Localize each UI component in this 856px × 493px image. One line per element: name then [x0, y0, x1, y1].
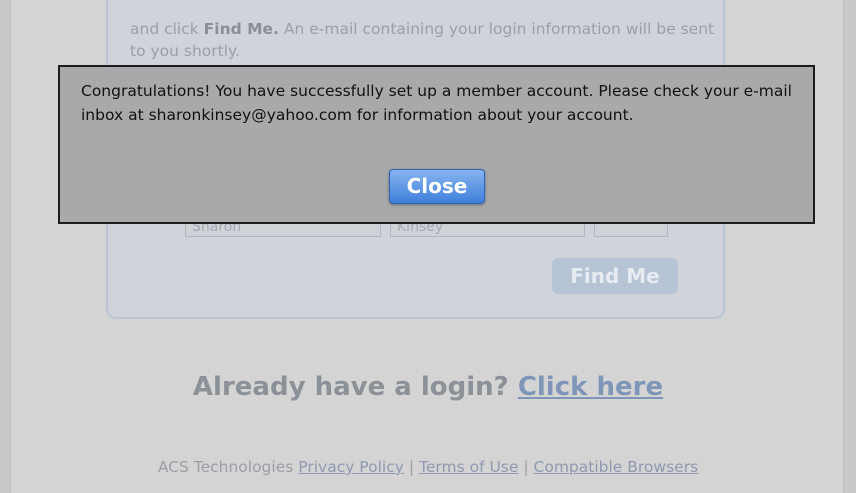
login-prompt-text: Already have a login? [192, 372, 509, 402]
terms-of-use-link[interactable]: Terms of Use [419, 458, 518, 476]
click-here-link[interactable]: Click here [518, 372, 663, 402]
instructions-bold: Find Me. [203, 20, 279, 38]
success-message: Congratulations! You have successfully s… [81, 82, 792, 124]
find-me-button[interactable]: Find Me [552, 258, 678, 294]
close-button[interactable]: Close [389, 169, 485, 204]
success-dialog: Congratulations! You have successfully s… [58, 65, 815, 224]
instructions-text: and click Find Me. An e-mail containing … [130, 18, 730, 62]
footer-company: ACS Technologies [157, 458, 294, 476]
privacy-policy-link[interactable]: Privacy Policy [298, 458, 404, 476]
instructions-prefix: and click [130, 20, 199, 38]
footer-separator: | [523, 458, 529, 476]
footer-separator: | [408, 458, 415, 476]
footer: ACS Technologies Privacy Policy | Terms … [0, 458, 856, 476]
login-prompt: Already have a login? Click here [0, 372, 856, 402]
compatible-browsers-link[interactable]: Compatible Browsers [534, 458, 699, 476]
